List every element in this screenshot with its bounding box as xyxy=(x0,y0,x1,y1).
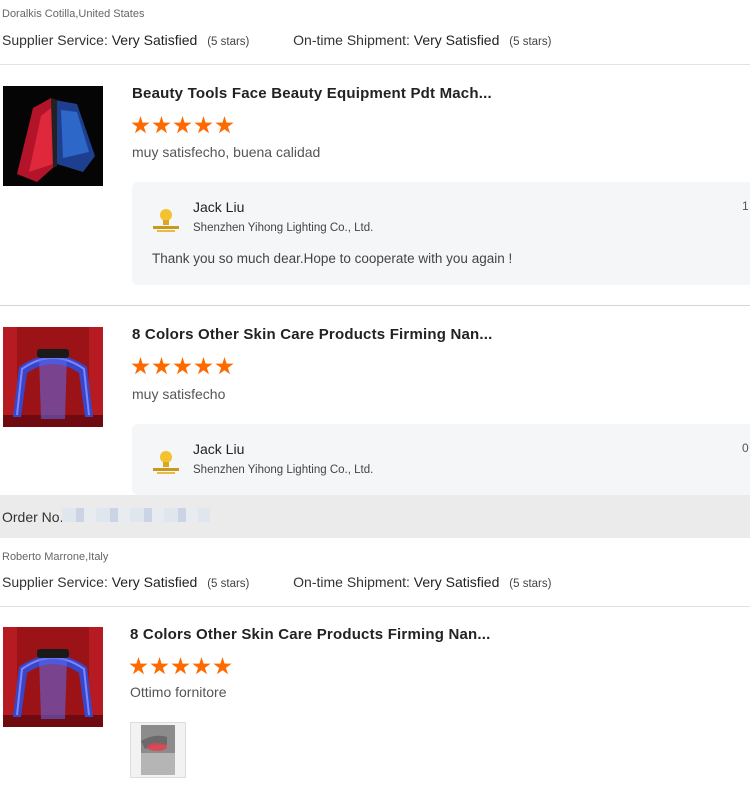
product-thumbnail[interactable] xyxy=(3,327,103,427)
review-comment: muy satisfecho xyxy=(132,386,226,402)
reply-author-name: Jack Liu xyxy=(193,441,245,457)
star-icon xyxy=(131,116,150,134)
product-title[interactable]: Beauty Tools Face Beauty Equipment Pdt M… xyxy=(132,85,492,102)
buyer-name: Doralkis Cotilla,United States xyxy=(2,8,145,20)
supplier-service-stars: (5 stars) xyxy=(207,36,250,48)
supplier-service-value: Very Satisfied xyxy=(111,574,198,590)
divider xyxy=(0,606,750,607)
star-icon xyxy=(194,357,213,375)
shipment-stars: (5 stars) xyxy=(509,36,552,48)
led-dome-image xyxy=(3,327,103,427)
star-icon xyxy=(152,116,171,134)
star-icon xyxy=(129,657,148,675)
order-number-redacted xyxy=(62,508,210,522)
star-icon xyxy=(173,357,192,375)
order-number-label: Order No. xyxy=(2,509,64,525)
supplier-logo-icon xyxy=(150,204,182,236)
reply-message: Thank you so much dear.Hope to cooperate… xyxy=(152,251,513,266)
product-title[interactable]: 8 Colors Other Skin Care Products Firmin… xyxy=(130,626,491,643)
review-photo-thumbnail[interactable] xyxy=(130,722,186,778)
buyer-name: Roberto Marrone,Italy xyxy=(2,551,109,563)
shipment-label: On-time Shipment: xyxy=(293,574,410,590)
star-icon xyxy=(150,657,169,675)
shipment-value: Very Satisfied xyxy=(413,32,500,48)
product-rating-stars xyxy=(129,657,232,676)
star-icon xyxy=(192,657,211,675)
supplier-reply: Jack Liu Shenzhen Yihong Lighting Co., L… xyxy=(132,182,750,285)
product-rating-stars xyxy=(131,357,234,376)
reply-date: 0 xyxy=(742,441,749,455)
rating-summary: Supplier Service: Very Satisfied (5 star… xyxy=(2,574,551,590)
product-thumbnail[interactable] xyxy=(3,86,103,186)
supplier-service-value: Very Satisfied xyxy=(111,32,198,48)
review-photo-image xyxy=(131,723,185,777)
supplier-service-stars: (5 stars) xyxy=(207,578,250,590)
star-icon xyxy=(215,357,234,375)
shipment-stars: (5 stars) xyxy=(509,578,552,590)
review-comment: muy satisfecho, buena calidad xyxy=(132,144,321,160)
star-icon xyxy=(131,357,150,375)
star-icon xyxy=(194,116,213,134)
product-rating-stars xyxy=(131,116,234,135)
product-title[interactable]: 8 Colors Other Skin Care Products Firmin… xyxy=(132,326,493,343)
star-icon xyxy=(173,116,192,134)
review-comment: Ottimo fornitore xyxy=(130,684,227,700)
led-dome-image xyxy=(3,627,103,727)
star-icon xyxy=(171,657,190,675)
divider xyxy=(0,305,750,306)
order-number-bar: Order No. xyxy=(0,495,750,538)
supplier-reply: Jack Liu Shenzhen Yihong Lighting Co., L… xyxy=(132,424,750,495)
divider xyxy=(0,64,750,65)
product-thumbnail[interactable] xyxy=(3,627,103,727)
shipment-value: Very Satisfied xyxy=(413,574,500,590)
supplier-service-label: Supplier Service: xyxy=(2,574,108,590)
rating-summary: Supplier Service: Very Satisfied (5 star… xyxy=(2,32,551,48)
reply-company: Shenzhen Yihong Lighting Co., Ltd. xyxy=(193,464,374,476)
reply-author-name: Jack Liu xyxy=(193,199,245,215)
star-icon xyxy=(215,116,234,134)
shipment-label: On-time Shipment: xyxy=(293,32,410,48)
supplier-service-label: Supplier Service: xyxy=(2,32,108,48)
led-mask-image xyxy=(3,86,103,186)
star-icon xyxy=(152,357,171,375)
supplier-logo-icon xyxy=(150,446,182,478)
star-icon xyxy=(213,657,232,675)
reply-date: 1 xyxy=(742,199,749,213)
reply-company: Shenzhen Yihong Lighting Co., Ltd. xyxy=(193,222,374,234)
